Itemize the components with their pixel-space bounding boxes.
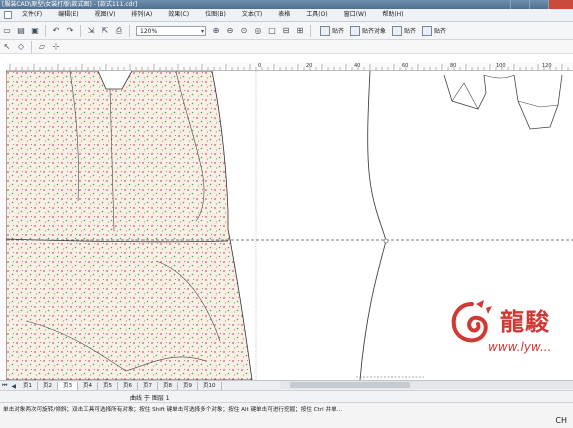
menu-arrange[interactable]: 排列(A) (123, 9, 160, 21)
zoom-selected-icon[interactable]: ⊙ (238, 25, 250, 37)
brand-url: www.lyw... (488, 340, 552, 354)
toolbar-divider (80, 24, 81, 37)
import-icon[interactable]: ⇲ (85, 25, 97, 37)
zoom-out-icon[interactable]: ⊖ (224, 25, 236, 37)
page-tab[interactable]: 页7 (138, 382, 159, 390)
horizontal-scrollbar[interactable] (280, 381, 573, 389)
ime-indicator[interactable]: CH (555, 416, 567, 425)
minimize-button[interactable] (510, 0, 529, 9)
zoom-level-select[interactable]: 120% ▾ (136, 25, 206, 37)
menu-edit[interactable]: 编辑(E) (50, 9, 86, 21)
toolbar-divider (31, 40, 32, 53)
seam-anchor-node[interactable] (383, 238, 389, 244)
page-tab[interactable]: 页5 (98, 382, 119, 390)
ruler-label: 80 (450, 63, 456, 69)
brand-name: 龍駿 (500, 307, 550, 336)
title-bar: [服装CAD\原型\女装打版\款式图] - [款式111.cdr] (0, 0, 573, 9)
zoom-level-value: 120% (140, 27, 158, 35)
page-tab[interactable]: 页6 (118, 382, 139, 390)
garment-front-fabric[interactable] (6, 71, 253, 380)
redo-icon[interactable]: ↷ (64, 25, 76, 37)
print-icon[interactable]: ⎙ (113, 25, 125, 37)
page-tab[interactable]: 页8 (158, 382, 179, 390)
menu-view[interactable]: 视图(V) (87, 9, 124, 21)
shoulder-line (483, 74, 515, 79)
menu-tools[interactable]: 工具(O) (298, 9, 335, 21)
save-icon[interactable]: ▣ (29, 25, 41, 37)
standard-toolbar: ▭ ▤ ▣ ↶ ↷ ⇲ ⇱ ⎙ 120% ▾ ⊕ ⊖ ⊙ ◎ □ ⊟ ⊞ 贴齐 … (0, 22, 573, 40)
chevron-down-icon[interactable]: ▾ (201, 27, 204, 37)
ruler-label: 0 (258, 63, 261, 69)
menu-help[interactable]: 帮助(H) (374, 9, 411, 21)
toolbar-divider (45, 24, 46, 37)
drawing-canvas[interactable]: 龍駿 www.lyw... (6, 71, 573, 380)
menu-bitmaps[interactable]: 位图(B) (197, 9, 234, 21)
menu-table[interactable]: 表格 (270, 9, 298, 21)
maximize-button[interactable] (529, 0, 548, 9)
snap-grid-button[interactable]: 贴齐 (320, 25, 344, 36)
ruler-label: 60 (402, 63, 408, 69)
prev-page-icon[interactable]: ◀ (9, 383, 18, 390)
new-document-icon[interactable]: ▭ (1, 25, 13, 37)
pick-tool-icon[interactable]: ↖ (1, 41, 13, 53)
window-title: [服装CAD\原型\女装打版\款式图] - [款式111.cdr] (2, 1, 138, 8)
collar-left-sketch[interactable] (443, 74, 487, 110)
snap-dynamic-button[interactable]: 贴齐 (422, 25, 446, 36)
ruler-label: 120 (542, 63, 552, 69)
ruler-label: 20 (306, 63, 312, 69)
dynamic-guide-icon (422, 25, 433, 36)
menu-text[interactable]: 文本(T) (234, 9, 270, 21)
page-tab-active[interactable]: 页3 (58, 382, 79, 390)
guideline-icon (392, 25, 403, 36)
menu-effects[interactable]: 效果(C) (160, 9, 197, 21)
page-tab[interactable]: 页9 (178, 382, 199, 390)
menu-file[interactable]: 文件(F) (14, 9, 50, 21)
zoom-in-icon[interactable]: ⊕ (210, 25, 222, 37)
menu-window[interactable]: 窗口(W) (336, 9, 375, 21)
open-folder-icon[interactable]: ▤ (15, 25, 27, 37)
ruler-label: 40 (354, 63, 360, 69)
property-bar: ↖ ◇ ▱ ⊹ (0, 40, 573, 54)
brand-watermark: 龍駿 www.lyw... (448, 298, 573, 362)
toolbar-divider (129, 24, 130, 37)
page-tab[interactable]: 页1 (18, 382, 39, 390)
units-icon[interactable]: ▱ (36, 41, 48, 53)
page-tab[interactable]: 页2 (38, 382, 59, 390)
shape-tool-icon[interactable]: ◇ (15, 41, 27, 53)
ruler-ticks: 0 20 40 60 80 100 120 (9, 63, 569, 70)
toolbar-divider (310, 24, 311, 37)
window-controls (510, 0, 573, 9)
object-status-text: 曲线 于 图层 1 (130, 395, 170, 402)
grid-icon (320, 25, 330, 36)
zoom-all-icon[interactable]: ◎ (252, 25, 264, 37)
ruler-label: 100 (496, 63, 506, 69)
horizontal-ruler: 0 20 40 60 80 100 120 (6, 62, 573, 71)
zoom-height-icon[interactable]: ⊞ (294, 25, 306, 37)
snap-objects-button[interactable]: 贴齐对象 (350, 25, 386, 36)
magnet-icon (350, 25, 361, 36)
menu-bar: 文件(F) 编辑(E) 视图(V) 排列(A) 效果(C) 位图(B) 文本(T… (0, 9, 573, 22)
undo-icon[interactable]: ↶ (50, 25, 62, 37)
zoom-page-icon[interactable]: □ (266, 25, 278, 37)
snap-guidelines-button[interactable]: 贴齐 (392, 25, 416, 36)
nudge-icon[interactable]: ⊹ (50, 41, 62, 53)
page-tab[interactable]: 页4 (78, 382, 99, 390)
first-page-icon[interactable]: ⏮ (0, 382, 9, 390)
pattern-side-seam[interactable] (359, 71, 387, 380)
status-hint-text: 单击对象两次可旋转/倾斜；双击工具可选择所有对象；按住 Shift 键单击可选择… (3, 407, 343, 413)
scrollbar-thumb[interactable] (290, 382, 410, 388)
page-tab[interactable]: 页10 (198, 382, 222, 390)
dragon-logo-icon (451, 300, 492, 343)
export-icon[interactable]: ⇱ (99, 25, 111, 37)
status-bar: 单击对象两次可旋转/倾斜；双击工具可选择所有对象；按住 Shift 键单击可选择… (0, 402, 573, 428)
zoom-width-icon[interactable]: ⊟ (280, 25, 292, 37)
app-icon[interactable] (4, 11, 12, 19)
close-button[interactable] (548, 0, 573, 9)
